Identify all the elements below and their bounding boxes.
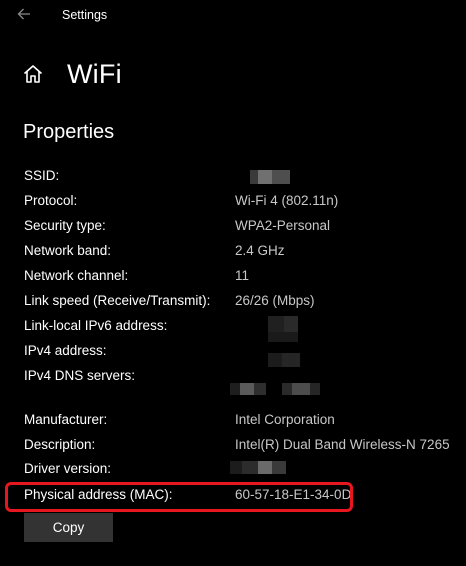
property-row-dns: IPv4 DNS servers: [24, 368, 454, 395]
property-value-security-type: WPA2-Personal [235, 218, 331, 233]
property-row-link-speed: Link speed (Receive/Transmit): 26/26 (Mb… [24, 293, 454, 313]
property-value-description: Intel(R) Dual Band Wireless-N 7265 [235, 437, 450, 452]
property-label: Driver version: [24, 461, 112, 476]
property-label: Manufacturer: [24, 412, 108, 427]
property-label: SSID: [24, 168, 60, 183]
property-row-protocol: Protocol: Wi-Fi 4 (802.11n) [24, 193, 454, 213]
property-row-description: Description: Intel(R) Dual Band Wireless… [24, 437, 454, 457]
property-row-network-channel: Network channel: 11 [24, 268, 454, 288]
property-row-ipv4: IPv4 address: [24, 343, 454, 367]
page-header: WiFi [20, 52, 122, 96]
property-label: Network band: [24, 243, 112, 258]
property-row-security-type: Security type: WPA2-Personal [24, 218, 454, 238]
mac-highlight-box [5, 482, 353, 512]
property-value-link-speed: 26/26 (Mbps) [235, 293, 315, 308]
property-label: Protocol: [24, 193, 78, 208]
title-bar: Settings [0, 0, 466, 32]
property-row-ipv6: Link-local IPv6 address: [24, 316, 454, 342]
back-arrow-icon [17, 7, 31, 25]
property-label: Link speed (Receive/Transmit): [24, 293, 211, 308]
copy-button[interactable]: Copy [24, 513, 113, 542]
property-label: Network channel: [24, 268, 129, 283]
page-title: WiFi [67, 58, 122, 89]
property-label: Security type: [24, 218, 106, 233]
back-button[interactable] [10, 4, 38, 28]
app-title: Settings [62, 8, 108, 22]
section-title: Properties [23, 121, 115, 143]
property-value-protocol: Wi-Fi 4 (802.11n) [235, 193, 339, 208]
property-label: Link-local IPv6 address: [24, 318, 168, 333]
property-label: IPv4 address: [24, 343, 107, 358]
property-value-manufacturer: Intel Corporation [235, 412, 335, 427]
property-row-ssid: SSID: [24, 168, 454, 188]
home-icon[interactable] [20, 61, 46, 87]
property-label: IPv4 DNS servers: [24, 368, 136, 383]
property-label: Description: [24, 437, 96, 452]
property-value-network-band: 2.4 GHz [235, 243, 285, 258]
property-value-network-channel: 11 [235, 268, 250, 283]
property-row-manufacturer: Manufacturer: Intel Corporation [24, 412, 454, 432]
property-row-network-band: Network band: 2.4 GHz [24, 243, 454, 263]
property-row-driver-version: Driver version: [24, 461, 454, 481]
